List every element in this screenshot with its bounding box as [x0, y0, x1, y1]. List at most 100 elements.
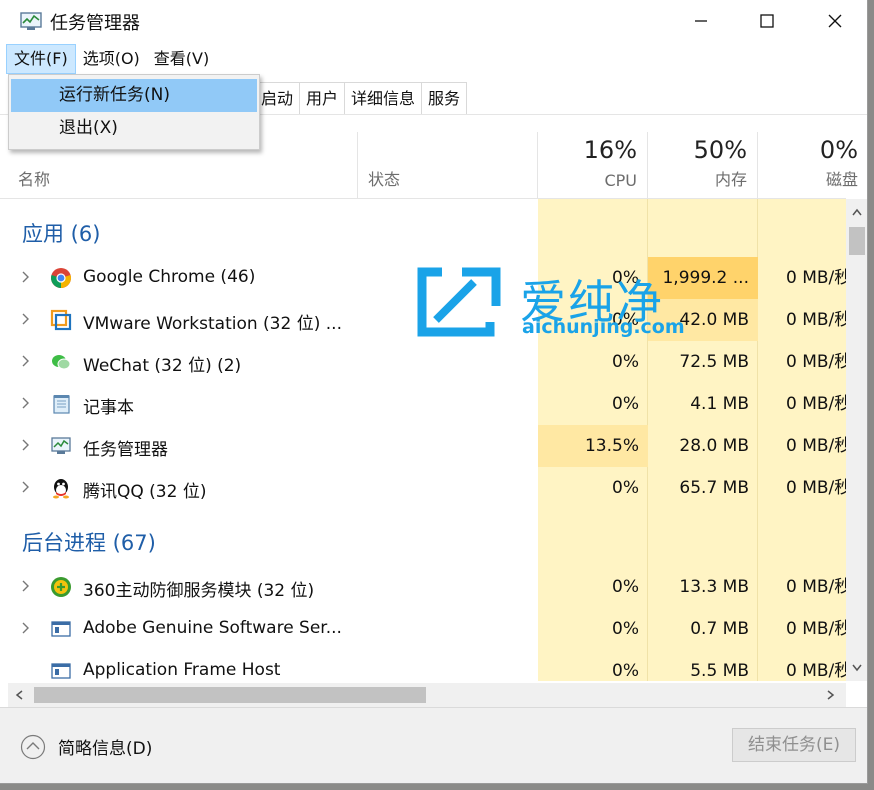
disk-value: 0 MB/秒 [786, 436, 846, 456]
window-title: 任务管理器 [50, 13, 140, 34]
chevron-right-icon[interactable] [20, 269, 32, 285]
cpu-value: 0% [612, 352, 639, 372]
memory-value: 28.0 MB [679, 436, 749, 456]
process-name: 360主动防御服务模块 (32 位) [83, 581, 315, 601]
process-row[interactable]: 360主动防御服务模块 (32 位) 0% 13.3 MB 0 MB/秒 [0, 566, 846, 608]
disk-value: 0 MB/秒 [786, 310, 846, 330]
process-name: Adobe Genuine Software Ser... [83, 618, 342, 638]
scroll-up-icon[interactable] [851, 207, 863, 217]
process-name: Google Chrome (46) [83, 267, 256, 287]
app-window-icon [51, 663, 71, 679]
vmware-icon [50, 309, 72, 331]
menu-bar: 文件(F) 选项(O) 查看(V) [6, 44, 216, 74]
disk-value: 0 MB/秒 [786, 268, 846, 288]
cpu-value: 0% [612, 661, 639, 681]
menu-view[interactable]: 查看(V) [147, 44, 216, 74]
process-name: 记事本 [83, 398, 134, 418]
column-name-label: 名称 [18, 170, 51, 189]
column-header-status[interactable]: 状态 [358, 132, 538, 198]
memory-value: 72.5 MB [679, 352, 749, 372]
tab-users[interactable]: 用户 [299, 82, 346, 114]
notepad-icon [53, 395, 70, 414]
fewer-details-link[interactable]: 简略信息(D) [58, 734, 152, 759]
group-apps[interactable]: 应用 (6) [22, 218, 100, 248]
menu-item-run-new-task[interactable]: 运行新任务(N) [11, 79, 257, 112]
disk-total: 0% [819, 136, 858, 164]
chevron-right-icon[interactable] [20, 620, 32, 636]
column-cpu-label: CPU [604, 171, 637, 190]
maximize-icon [760, 14, 774, 28]
memory-value: 5.5 MB [690, 661, 749, 681]
wechat-icon [52, 355, 71, 370]
column-memory-label: 内存 [714, 170, 747, 189]
memory-total: 50% [693, 136, 747, 164]
minimize-button[interactable] [678, 5, 724, 37]
column-header-cpu[interactable]: 16% CPU [538, 132, 648, 198]
process-row[interactable]: 腾讯QQ (32 位) 0% 65.7 MB 0 MB/秒 [0, 467, 846, 509]
maximize-button[interactable] [744, 5, 790, 37]
memory-value: 4.1 MB [690, 394, 749, 414]
chevron-up-circle-icon[interactable] [20, 734, 46, 760]
horizontal-scrollbar[interactable] [8, 683, 846, 707]
close-button[interactable] [812, 5, 858, 37]
end-task-button[interactable]: 结束任务(E) [732, 728, 856, 762]
process-row[interactable]: Application Frame Host 0% 5.5 MB 0 MB/秒 [0, 650, 846, 681]
horizontal-scroll-thumb[interactable] [34, 687, 426, 703]
process-name: 任务管理器 [83, 440, 168, 460]
column-status-label: 状态 [368, 170, 401, 189]
scroll-right-icon[interactable] [826, 689, 836, 701]
process-name: Application Frame Host [83, 660, 281, 680]
cpu-value: 0% [612, 310, 639, 330]
tab-strip: 启动 用户 详细信息 服务 [254, 82, 468, 114]
memory-value: 13.3 MB [679, 577, 749, 597]
chevron-right-icon[interactable] [20, 311, 32, 327]
qq-icon [53, 479, 69, 499]
disk-value: 0 MB/秒 [786, 577, 846, 597]
chrome-icon [51, 268, 71, 288]
disk-value: 0 MB/秒 [786, 478, 846, 498]
column-header-disk[interactable]: 0% 磁盘 [758, 132, 860, 198]
process-row[interactable]: 记事本 0% 4.1 MB 0 MB/秒 [0, 383, 846, 425]
tab-details[interactable]: 详细信息 [344, 82, 423, 114]
memory-value: 0.7 MB [690, 619, 749, 639]
scroll-left-icon[interactable] [14, 689, 24, 701]
scroll-down-icon[interactable] [851, 663, 863, 673]
disk-value: 0 MB/秒 [786, 394, 846, 414]
chevron-right-icon[interactable] [20, 479, 32, 495]
cpu-value: 0% [612, 394, 639, 414]
process-row[interactable]: Google Chrome (46) 0% 1,999.2 ... 0 MB/秒 [0, 257, 846, 299]
chevron-right-icon[interactable] [20, 395, 32, 411]
group-background[interactable]: 后台进程 (67) [22, 527, 156, 557]
chevron-right-icon[interactable] [20, 353, 32, 369]
chevron-right-icon[interactable] [20, 578, 32, 594]
cpu-value: 0% [612, 478, 639, 498]
process-row[interactable]: VMware Workstation (32 位) ... 0% 42.0 MB… [0, 299, 846, 341]
disk-value: 0 MB/秒 [786, 619, 846, 639]
service-window-icon [51, 621, 71, 637]
process-name: VMware Workstation (32 位) ... [83, 314, 342, 334]
menu-options[interactable]: 选项(O) [76, 44, 147, 74]
column-header-memory[interactable]: 50% 内存 [648, 132, 758, 198]
chevron-right-icon[interactable] [20, 437, 32, 453]
cpu-value: 0% [612, 268, 639, 288]
menu-item-exit[interactable]: 退出(X) [11, 112, 257, 145]
vertical-scrollbar[interactable] [846, 199, 867, 681]
360-icon [51, 577, 71, 597]
process-row[interactable]: 任务管理器 13.5% 28.0 MB 0 MB/秒 [0, 425, 846, 467]
tab-startup[interactable]: 启动 [254, 82, 301, 114]
vertical-scroll-thumb[interactable] [849, 227, 865, 255]
title-bar[interactable]: 任务管理器 [0, 0, 867, 42]
column-disk-label: 磁盘 [825, 170, 858, 189]
process-row[interactable]: Adobe Genuine Software Ser... 0% 0.7 MB … [0, 608, 846, 650]
cpu-value: 0% [612, 619, 639, 639]
process-name: WeChat (32 位) (2) [83, 356, 242, 376]
task-manager-icon [51, 437, 71, 454]
cpu-value: 0% [612, 577, 639, 597]
minimize-icon [695, 20, 707, 22]
menu-file[interactable]: 文件(F) [6, 44, 76, 74]
memory-value: 1,999.2 ... [648, 257, 758, 299]
process-name: 腾讯QQ (32 位) [83, 482, 207, 502]
process-row[interactable]: WeChat (32 位) (2) 0% 72.5 MB 0 MB/秒 [0, 341, 846, 383]
tab-services[interactable]: 服务 [421, 82, 468, 114]
footer-bar: 简略信息(D) 结束任务(E) [0, 707, 867, 783]
